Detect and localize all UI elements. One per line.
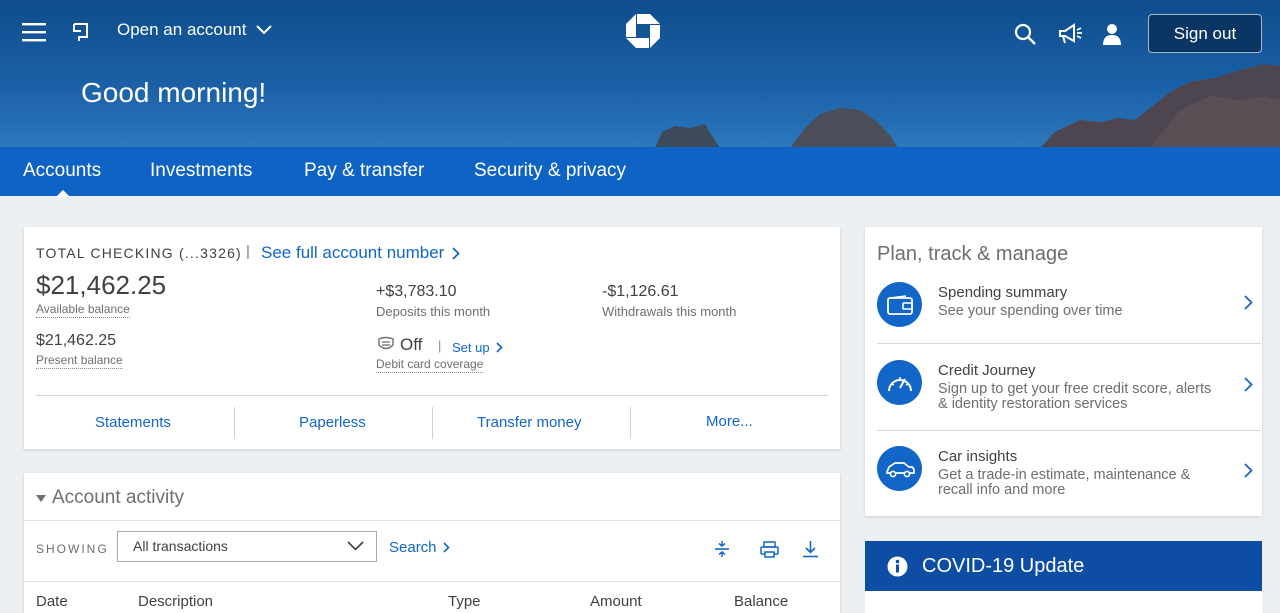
main-nav: Accounts Investments Pay & transfer Secu… [0, 147, 1280, 196]
wallet-icon [877, 282, 922, 327]
chevron-right-icon [1244, 377, 1253, 392]
covid-update-title: COVID-19 Update [922, 554, 1085, 577]
account-card: TOTAL CHECKING (...3326) | See full acco… [24, 227, 840, 449]
open-account-label: Open an account [117, 20, 247, 39]
transfer-money-link[interactable]: Transfer money [477, 414, 581, 431]
chevron-right-icon [452, 246, 461, 260]
withdrawals-value: -$1,126.61 [602, 283, 679, 300]
setup-divider: | [438, 338, 442, 353]
nav-tab-accounts[interactable]: Accounts [23, 160, 101, 182]
car-icon [877, 446, 922, 491]
column-header-type[interactable]: Type [448, 593, 481, 610]
showing-label: SHOWING [36, 542, 109, 556]
menu-icon[interactable] [22, 21, 46, 43]
profile-icon[interactable] [1101, 22, 1123, 46]
more-actions-link[interactable]: More... [706, 413, 753, 430]
action-separator [432, 407, 433, 439]
chevron-right-icon [1244, 295, 1253, 310]
covid-update-body [865, 591, 1262, 613]
available-balance-value: $21,462.25 [36, 270, 167, 300]
caret-down-icon [36, 494, 46, 502]
plan-separator [877, 343, 1261, 344]
chevron-down-icon [256, 25, 273, 35]
search-icon[interactable] [1013, 22, 1037, 46]
gauge-icon [877, 360, 922, 405]
megaphone-icon[interactable] [1057, 22, 1083, 46]
deposits-label: Deposits this month [376, 304, 491, 319]
card-divider [36, 395, 828, 396]
action-separator [630, 407, 631, 439]
download-icon[interactable] [801, 539, 819, 559]
plan-title: Plan, track & manage [877, 243, 1069, 265]
sign-out-button[interactable]: Sign out [1148, 14, 1262, 53]
account-activity-title: Account activity [52, 487, 184, 508]
account-activity-toggle[interactable]: Account activity [36, 487, 184, 509]
chevron-right-icon [1244, 463, 1253, 478]
plan-separator [877, 430, 1261, 431]
credit-journey-item[interactable]: Credit Journey Sign up to get your free … [877, 360, 1261, 420]
car-insights-item[interactable]: Car insights Get a trade-in estimate, ma… [877, 446, 1261, 506]
column-header-amount[interactable]: Amount [590, 593, 642, 610]
nav-tab-security-privacy[interactable]: Security & privacy [474, 160, 626, 182]
chevron-down-icon [347, 541, 364, 551]
activity-search-label: Search [389, 539, 437, 556]
info-icon [887, 556, 908, 576]
statements-link[interactable]: Statements [95, 414, 171, 431]
nav-tab-pay-transfer[interactable]: Pay & transfer [304, 160, 424, 182]
transaction-filter-select[interactable]: All transactions [117, 531, 377, 562]
print-icon[interactable] [759, 539, 779, 559]
deposits-value: +$3,783.10 [376, 283, 457, 300]
column-header-date[interactable]: Date [36, 593, 68, 610]
top-bar: Open an account Sign out [0, 0, 1280, 64]
car-insights-desc: Get a trade-in estimate, maintenance & r… [938, 467, 1191, 498]
action-separator [234, 407, 235, 439]
setup-label: Set up [452, 340, 490, 355]
withdrawals-label: Withdrawals this month [602, 304, 737, 319]
add-account-icon[interactable] [70, 21, 92, 43]
filter-collapse-icon[interactable] [713, 539, 731, 559]
chevron-right-icon [496, 342, 503, 353]
spending-summary-desc: See your spending over time [938, 303, 1123, 319]
see-full-account-number-link[interactable]: See full account number [261, 243, 461, 263]
chevron-right-icon [442, 542, 450, 553]
column-header-description[interactable]: Description [138, 593, 213, 610]
present-balance-value: $21,462.25 [36, 332, 117, 349]
activity-header-divider [24, 581, 840, 582]
credit-journey-title: Credit Journey [938, 362, 1036, 379]
spending-summary-item[interactable]: Spending summary See your spending over … [877, 282, 1261, 332]
chase-logo-icon[interactable] [624, 13, 662, 49]
active-tab-indicator [56, 190, 70, 197]
open-account-menu[interactable]: Open an account [117, 20, 273, 40]
debit-setup-link[interactable]: Set up [452, 340, 503, 355]
nav-tab-investments[interactable]: Investments [150, 160, 252, 182]
available-balance-label[interactable]: Available balance [36, 302, 130, 318]
title-divider: | [246, 243, 250, 260]
activity-divider [24, 520, 840, 521]
account-activity-card: Account activity SHOWING All transaction… [24, 473, 840, 613]
full-number-label: See full account number [261, 243, 445, 262]
car-insights-title: Car insights [938, 448, 1018, 465]
transaction-filter-value: All transactions [133, 538, 228, 554]
present-balance-label[interactable]: Present balance [36, 353, 123, 369]
debit-coverage-label[interactable]: Debit card coverage [376, 357, 484, 373]
covid-update-banner[interactable]: COVID-19 Update [865, 541, 1262, 591]
credit-journey-desc: Sign up to get your free credit score, a… [938, 381, 1212, 412]
shield-card-icon [376, 335, 396, 353]
paperless-link[interactable]: Paperless [299, 414, 366, 431]
greeting-text: Good morning! [81, 77, 267, 108]
activity-search-link[interactable]: Search [389, 539, 450, 556]
debit-coverage-status: Off [400, 335, 423, 354]
account-name: TOTAL CHECKING (...3326) [36, 245, 242, 261]
spending-summary-title: Spending summary [938, 284, 1068, 301]
plan-track-manage-card: Plan, track & manage Spending summary Se… [865, 227, 1262, 516]
column-header-balance[interactable]: Balance [734, 593, 788, 610]
